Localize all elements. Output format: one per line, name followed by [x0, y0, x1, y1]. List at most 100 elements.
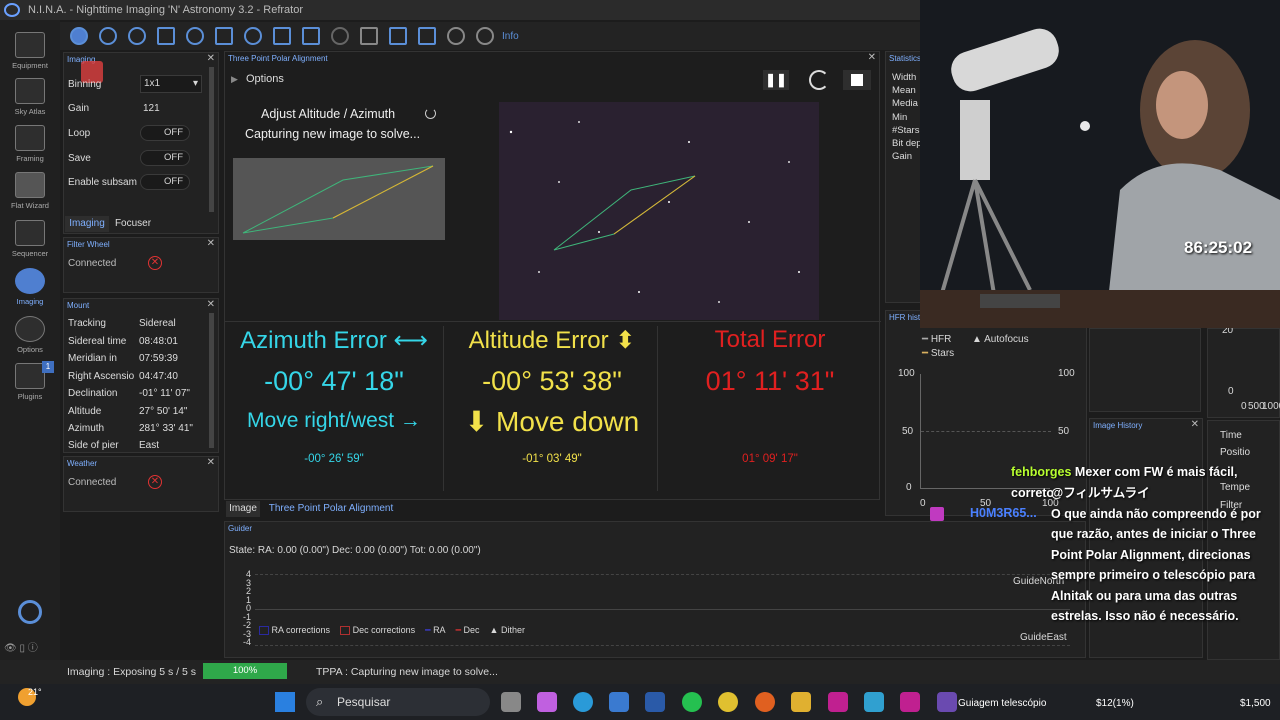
telescope-icon [15, 32, 45, 58]
sliders-icon[interactable] [302, 27, 320, 45]
altitude-error-label: Altitude Error ⬍ [468, 327, 636, 354]
save-toggle[interactable]: OFF [140, 150, 190, 166]
sidebar-item-equipment[interactable]: Equipment [0, 32, 60, 70]
sidebar-item-flat-wizard[interactable]: Flat Wizard [0, 172, 60, 210]
taskbar: 21° ⌕ Pesquisar Guiagem telescópio $12(1… [0, 684, 1280, 720]
guider-state: State: RA: 0.00 (0.00") Dec: 0.00 (0.00"… [229, 545, 481, 556]
azimuth-error-label: Azimuth Error ⟷ [240, 327, 428, 354]
scrollbar[interactable] [209, 313, 214, 448]
stat-label: Mean [892, 85, 916, 96]
chrome-icon[interactable] [718, 692, 738, 712]
search-icon: ⌕ [316, 694, 324, 709]
column-header: Positio [1220, 447, 1251, 458]
close-icon[interactable]: ✕ [868, 52, 876, 63]
plugins-badge: 1 [42, 361, 54, 373]
total-error-value: 01° 11' 31" [705, 366, 835, 396]
sidebar-item-framing[interactable]: Framing [0, 125, 60, 163]
gain-label: Gain [68, 103, 90, 114]
search-box[interactable]: ⌕ Pesquisar [306, 688, 490, 716]
mini-chart-panel: 20 0 0 500 1000 [1207, 325, 1280, 418]
close-icon[interactable]: ✕ [207, 299, 215, 310]
toolbar: Info [60, 22, 920, 50]
mount-value: 281° 33' 41" [139, 423, 193, 434]
y-tick: 100 [1058, 368, 1075, 379]
camera-icon[interactable] [70, 27, 88, 45]
app-icon[interactable] [828, 692, 848, 712]
tppa-status: TPPA : Capturing new image to solve... [316, 666, 498, 678]
bar-chart-icon[interactable] [389, 27, 407, 45]
loop-toggle[interactable]: OFF [140, 125, 190, 141]
windows-start-icon[interactable] [275, 692, 295, 712]
info-button[interactable]: Info [502, 31, 519, 42]
tab-imaging[interactable]: Imaging [65, 216, 109, 232]
close-icon[interactable]: ✕ [207, 457, 215, 468]
power-icon[interactable] [18, 600, 42, 624]
mount-value: Sidereal [139, 318, 176, 329]
chat-username: H0M3R65... [970, 506, 1037, 520]
gear-icon [15, 316, 45, 342]
tab-tppa[interactable]: Three Point Polar Alignment [263, 501, 399, 517]
mount-label: Side of pier [68, 440, 119, 451]
shield-icon[interactable] [476, 27, 494, 45]
dome-icon[interactable] [331, 27, 349, 45]
frame-icon[interactable] [157, 27, 175, 45]
spinner-icon [425, 108, 436, 119]
imaging-panel: Imaging ✕ Binning 1x1 ▾ Gain 121 Loop OFF … [63, 52, 219, 234]
copilot-icon[interactable] [537, 692, 557, 712]
close-icon[interactable]: ✕ [207, 53, 215, 64]
pause-button[interactable]: ❚❚ [763, 70, 789, 90]
options-expander[interactable]: Options [246, 73, 284, 85]
store-icon[interactable] [609, 692, 629, 712]
list-icon[interactable] [273, 27, 291, 45]
view-toggle-icons[interactable]: 👁 ▯ ⓘ [4, 639, 56, 654]
tab-focuser[interactable]: Focuser [111, 216, 155, 232]
bulb-icon[interactable] [447, 27, 465, 45]
mount-value: East [139, 440, 160, 451]
chevron-right-icon[interactable]: ▶ [231, 74, 238, 85]
guider-icon[interactable] [244, 27, 262, 45]
binning-select[interactable]: 1x1 ▾ [140, 75, 202, 93]
x-tick: 1000 [1262, 401, 1280, 412]
whatsapp-icon[interactable] [682, 692, 702, 712]
mount-value: 27° 50' 14" [139, 406, 188, 417]
sidebar-item-sequencer[interactable]: Sequencer [0, 220, 60, 258]
sidebar-item-imaging[interactable]: Imaging [0, 268, 60, 306]
puzzle-icon [15, 363, 45, 389]
sequencer-icon [15, 220, 45, 246]
sidebar-item-sky-atlas[interactable]: Sky Atlas [0, 78, 60, 116]
task-view-icon[interactable] [501, 692, 521, 712]
pause-icon: ❚❚ [765, 72, 787, 87]
scrollbar[interactable] [209, 67, 214, 212]
focuser-icon[interactable] [128, 27, 146, 45]
mount-icon[interactable] [215, 27, 233, 45]
y-tick: 50 [902, 426, 914, 437]
app-icon[interactable] [900, 692, 920, 712]
gain-input[interactable]: 121 [143, 103, 160, 114]
app-icon[interactable] [864, 692, 884, 712]
graph-icon[interactable] [418, 27, 436, 45]
subsample-toggle[interactable]: OFF [140, 174, 190, 190]
refresh-icon[interactable] [809, 70, 829, 90]
sidebar-item-options[interactable]: Options [0, 316, 60, 354]
app-icon[interactable] [645, 692, 665, 712]
nina-taskbar-icon[interactable] [937, 692, 957, 712]
stream-title: Guiagem telescópio [958, 698, 1047, 709]
opera-icon[interactable] [755, 692, 775, 712]
nina-logo-icon [4, 3, 20, 17]
filter-wheel-icon[interactable] [99, 27, 117, 45]
imaging-status: Imaging : Exposing 5 s / 5 s [67, 666, 196, 678]
altitude-error-detail: -01° 03' 49" [522, 453, 582, 465]
solved-star-image [499, 102, 819, 320]
total-error-label: Total Error [714, 326, 826, 353]
tab-image[interactable]: Image [226, 501, 260, 517]
legend-stars: ━ Stars [922, 348, 955, 359]
stop-button[interactable] [843, 70, 871, 90]
sidebar: Equipment Sky Atlas Framing Flat Wizard … [0, 20, 60, 676]
close-icon[interactable]: ✕ [207, 238, 215, 249]
close-icon[interactable]: ✕ [1191, 419, 1199, 430]
observatory-icon[interactable] [360, 27, 378, 45]
rotator-icon[interactable] [186, 27, 204, 45]
edge-icon[interactable] [573, 692, 593, 712]
folder-icon[interactable] [791, 692, 811, 712]
panel-title: Filter Wheel [67, 240, 110, 249]
